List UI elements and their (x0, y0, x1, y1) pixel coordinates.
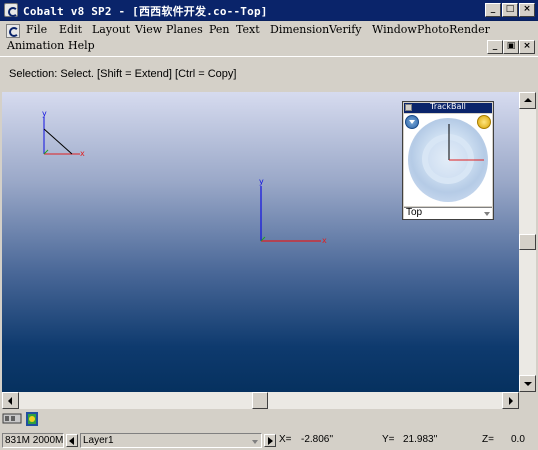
z-coordinate-label: Z= (482, 434, 494, 445)
menu-view[interactable]: View (135, 23, 162, 36)
scroll-right-button[interactable] (502, 392, 519, 409)
document-restore-button[interactable]: ▣ (503, 40, 519, 54)
trackball-view-label: Top (406, 207, 423, 218)
vertical-scroll-thumb[interactable] (519, 234, 536, 250)
layer-name: Layer1 (83, 435, 114, 446)
y-coordinate-label: Y= (382, 434, 395, 445)
layer-selector[interactable]: Layer1 (80, 433, 262, 448)
menu-help[interactable]: Help (68, 39, 95, 52)
minimize-button[interactable]: _ (485, 3, 501, 17)
origin-axis-triad: y x (259, 177, 327, 245)
trackball-panel[interactable]: TrackBall Top (402, 101, 494, 220)
menu-planes[interactable]: Planes (166, 23, 203, 36)
menu-bar: File Edit Layout View Planes Pen Text Di… (0, 21, 538, 55)
document-close-button[interactable]: × (519, 40, 535, 54)
prompt-text: Selection: Select. [Shift = Extend] [Ctr… (9, 68, 237, 80)
layer-next-button[interactable] (264, 434, 276, 447)
vertical-scrollbar[interactable] (519, 92, 536, 392)
close-button[interactable]: × (519, 3, 535, 17)
corner-x-label: x (80, 149, 85, 158)
menu-dimension[interactable]: Dimension (270, 23, 329, 36)
arrow-left-icon (69, 437, 74, 445)
menu-text[interactable]: Text (236, 23, 260, 36)
chevron-down-icon (252, 440, 258, 444)
document-minimize-button[interactable]: _ (487, 40, 503, 54)
horizontal-scroll-thumb[interactable] (252, 392, 268, 409)
status-bar: 831M 2000M Layer1 X= -2.806'' Y= 21.983'… (0, 431, 538, 450)
bottom-toolbar (0, 409, 538, 431)
menu-file[interactable]: File (26, 23, 47, 36)
render-tools-icon[interactable] (2, 410, 42, 430)
scroll-left-button[interactable] (2, 392, 19, 409)
window-title: Cobalt v8 SP2 - [西西软件开发.co--Top] (23, 5, 268, 18)
y-coordinate-value: 21.983'' (403, 434, 438, 445)
arrow-right-icon (509, 397, 513, 405)
trackball-axes (448, 124, 484, 161)
maximize-button[interactable]: □ (502, 3, 518, 17)
menu-edit[interactable]: Edit (59, 23, 82, 36)
menu-layout[interactable]: Layout (92, 23, 130, 36)
command-prompt: Selection: Select. [Shift = Extend] [Ctr… (0, 56, 538, 90)
x-coordinate-label: X= (279, 434, 292, 445)
trackball-title: TrackBall (430, 102, 466, 111)
trackball-control[interactable] (404, 114, 492, 206)
arrow-left-icon (8, 397, 12, 405)
trackball-titlebar[interactable]: TrackBall (404, 102, 492, 113)
arrow-down-icon (524, 382, 532, 386)
memory-indicator: 831M 2000M (2, 433, 64, 448)
menu-photorender[interactable]: PhotoRender (417, 23, 490, 36)
chevron-down-icon (484, 212, 490, 216)
corner-y-label: y (42, 109, 47, 118)
menu-window[interactable]: Window (372, 23, 417, 36)
scroll-down-button[interactable] (519, 375, 536, 392)
x-coordinate-value: -2.806'' (301, 434, 334, 445)
scroll-corner (519, 392, 536, 409)
corner-axis-triad: y x (42, 109, 85, 158)
menu-verify[interactable]: Verify (329, 23, 362, 36)
layer-prev-button[interactable] (66, 434, 78, 447)
origin-x-label: x (322, 236, 327, 245)
document-icon[interactable] (6, 24, 20, 38)
menu-pen[interactable]: Pen (209, 23, 230, 36)
z-coordinate-value: 0.0 (511, 434, 525, 445)
arrow-up-icon (524, 98, 532, 102)
arrow-right-icon (268, 437, 273, 445)
scroll-up-button[interactable] (519, 92, 536, 109)
title-bar: Cobalt v8 SP2 - [西西软件开发.co--Top] _ □ × (0, 0, 538, 21)
menu-animation[interactable]: Animation (7, 39, 64, 52)
origin-y-label: y (259, 177, 264, 186)
app-icon[interactable] (4, 3, 18, 17)
horizontal-scrollbar[interactable] (2, 392, 519, 409)
trackball-view-selector[interactable]: Top (404, 207, 492, 219)
